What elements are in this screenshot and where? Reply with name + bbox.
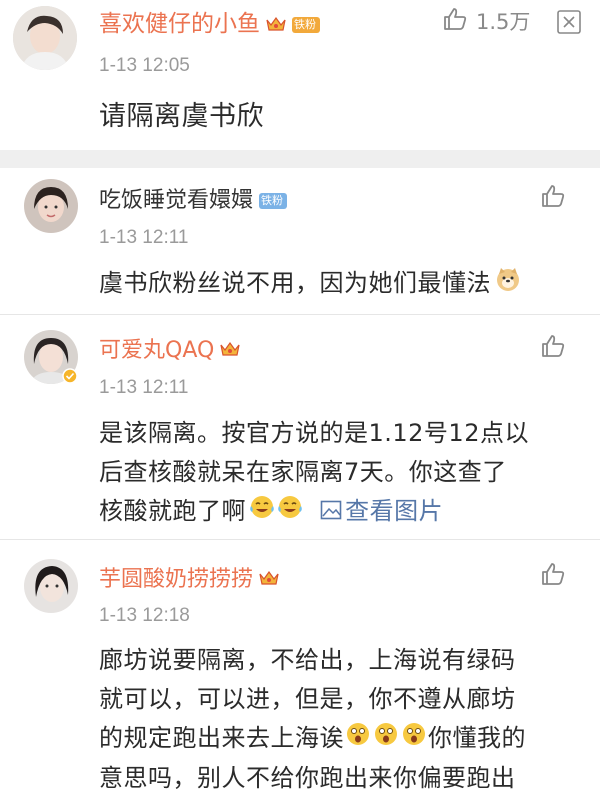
section-divider bbox=[0, 150, 600, 168]
view-image-link[interactable]: 查看图片 bbox=[320, 497, 443, 525]
comment-line: 廊坊说要隔离，不给出，上海说有绿码 bbox=[99, 646, 516, 674]
timestamp: 1-13 12:05 bbox=[99, 55, 190, 76]
comment-line-last: 核酸就跑了啊 查看图片 bbox=[99, 492, 589, 532]
laugh-cry-emoji-icon bbox=[248, 493, 276, 532]
timestamp: 1-13 12:11 bbox=[99, 227, 189, 248]
main-comment: 喜欢健仔的小鱼 铁粉 1.5万 1-13 12:05 请隔离虞书欣 bbox=[0, 0, 600, 150]
vip-crown-icon bbox=[259, 566, 279, 594]
comment-line: 虞书欣粉丝说不用，因为她们最懂法 bbox=[99, 269, 491, 297]
shocked-emoji-icon bbox=[400, 720, 428, 759]
shocked-emoji-icon bbox=[344, 720, 372, 759]
laugh-cry-emoji-icon bbox=[276, 493, 304, 532]
comment-line: 就可以，可以进，但是，你不遵从廊坊 bbox=[99, 685, 516, 713]
comment-line: 意思吗，别人不给你跑出来你偏要跑出 bbox=[99, 763, 516, 792]
comment-text: 虞书欣粉丝说不用，因为她们最懂法 bbox=[99, 264, 521, 304]
avatar[interactable] bbox=[24, 559, 78, 613]
reply-item: 吃饭睡觉看嬛嬛 铁粉 1-13 12:11 虞书欣粉丝说不用，因为她们最懂法 bbox=[0, 168, 600, 314]
vip-crown-icon bbox=[220, 337, 240, 365]
avatar[interactable] bbox=[24, 330, 78, 384]
like-button[interactable] bbox=[540, 333, 566, 363]
username-text[interactable]: 可爱丸QAQ bbox=[99, 338, 214, 363]
thumb-up-icon bbox=[540, 333, 566, 363]
comment-line-with-emoji: 的规定跑出来去上海诶 你懂我的 bbox=[99, 719, 589, 759]
username[interactable]: 芋圆酸奶捞捞捞 bbox=[99, 566, 279, 594]
like-button[interactable] bbox=[540, 561, 566, 591]
like-count: 1.5万 bbox=[476, 10, 531, 34]
fan-badge: 铁粉 bbox=[292, 16, 320, 33]
thumb-up-icon bbox=[540, 561, 566, 591]
timestamp: 1-13 12:11 bbox=[99, 377, 189, 398]
avatar[interactable] bbox=[13, 6, 77, 70]
comment-line: 核酸就跑了啊 bbox=[99, 497, 246, 525]
username[interactable]: 吃饭睡觉看嬛嬛 铁粉 bbox=[99, 187, 288, 215]
avatar[interactable] bbox=[24, 179, 78, 233]
reply-item: 芋圆酸奶捞捞捞 1-13 12:18 廊坊说要隔离，不给出，上海说有绿码 就可以… bbox=[0, 540, 600, 811]
fan-badge: 铁粉 bbox=[259, 193, 288, 209]
comment-line: 后查核酸就呆在家隔离7天。你这查了 bbox=[99, 458, 507, 486]
thumb-up-icon bbox=[540, 183, 566, 213]
username[interactable]: 可爱丸QAQ bbox=[99, 337, 240, 365]
image-icon bbox=[320, 493, 342, 532]
view-image-text[interactable]: 查看图片 bbox=[345, 497, 443, 525]
more-box-icon[interactable] bbox=[557, 10, 581, 34]
comment-line: 的规定跑出来去上海诶 bbox=[99, 724, 344, 752]
comment-text: 是该隔离。按官方说的是1.12号12点以 后查核酸就呆在家隔离7天。你这查了 核… bbox=[99, 414, 589, 532]
vip-crown-icon bbox=[266, 11, 286, 39]
doge-emoji-icon bbox=[495, 265, 521, 304]
username[interactable]: 喜欢健仔的小鱼 铁粉 bbox=[99, 10, 320, 39]
shocked-emoji-icon bbox=[372, 720, 400, 759]
comment-text: 请隔离虞书欣 bbox=[99, 101, 264, 132]
comment-line-tail: 你懂我的 bbox=[428, 724, 526, 752]
username-text[interactable]: 芋圆酸奶捞捞捞 bbox=[99, 567, 253, 592]
comment-line: 是该隔离。按官方说的是1.12号12点以 bbox=[99, 419, 529, 447]
verified-icon bbox=[62, 368, 78, 388]
thumb-up-icon bbox=[442, 6, 468, 36]
like-button[interactable]: 1.5万 bbox=[442, 6, 530, 36]
username-text[interactable]: 喜欢健仔的小鱼 bbox=[99, 11, 260, 37]
username-text[interactable]: 吃饭睡觉看嬛嬛 bbox=[99, 188, 253, 213]
like-button[interactable] bbox=[540, 183, 566, 213]
timestamp: 1-13 12:18 bbox=[99, 605, 190, 626]
comment-text: 廊坊说要隔离，不给出，上海说有绿码 就可以，可以进，但是，你不遵从廊坊 的规定跑… bbox=[99, 641, 589, 798]
reply-item: 可爱丸QAQ 1-13 12:11 是该隔离。按官方说的是1.12号12点以 后… bbox=[0, 315, 600, 539]
